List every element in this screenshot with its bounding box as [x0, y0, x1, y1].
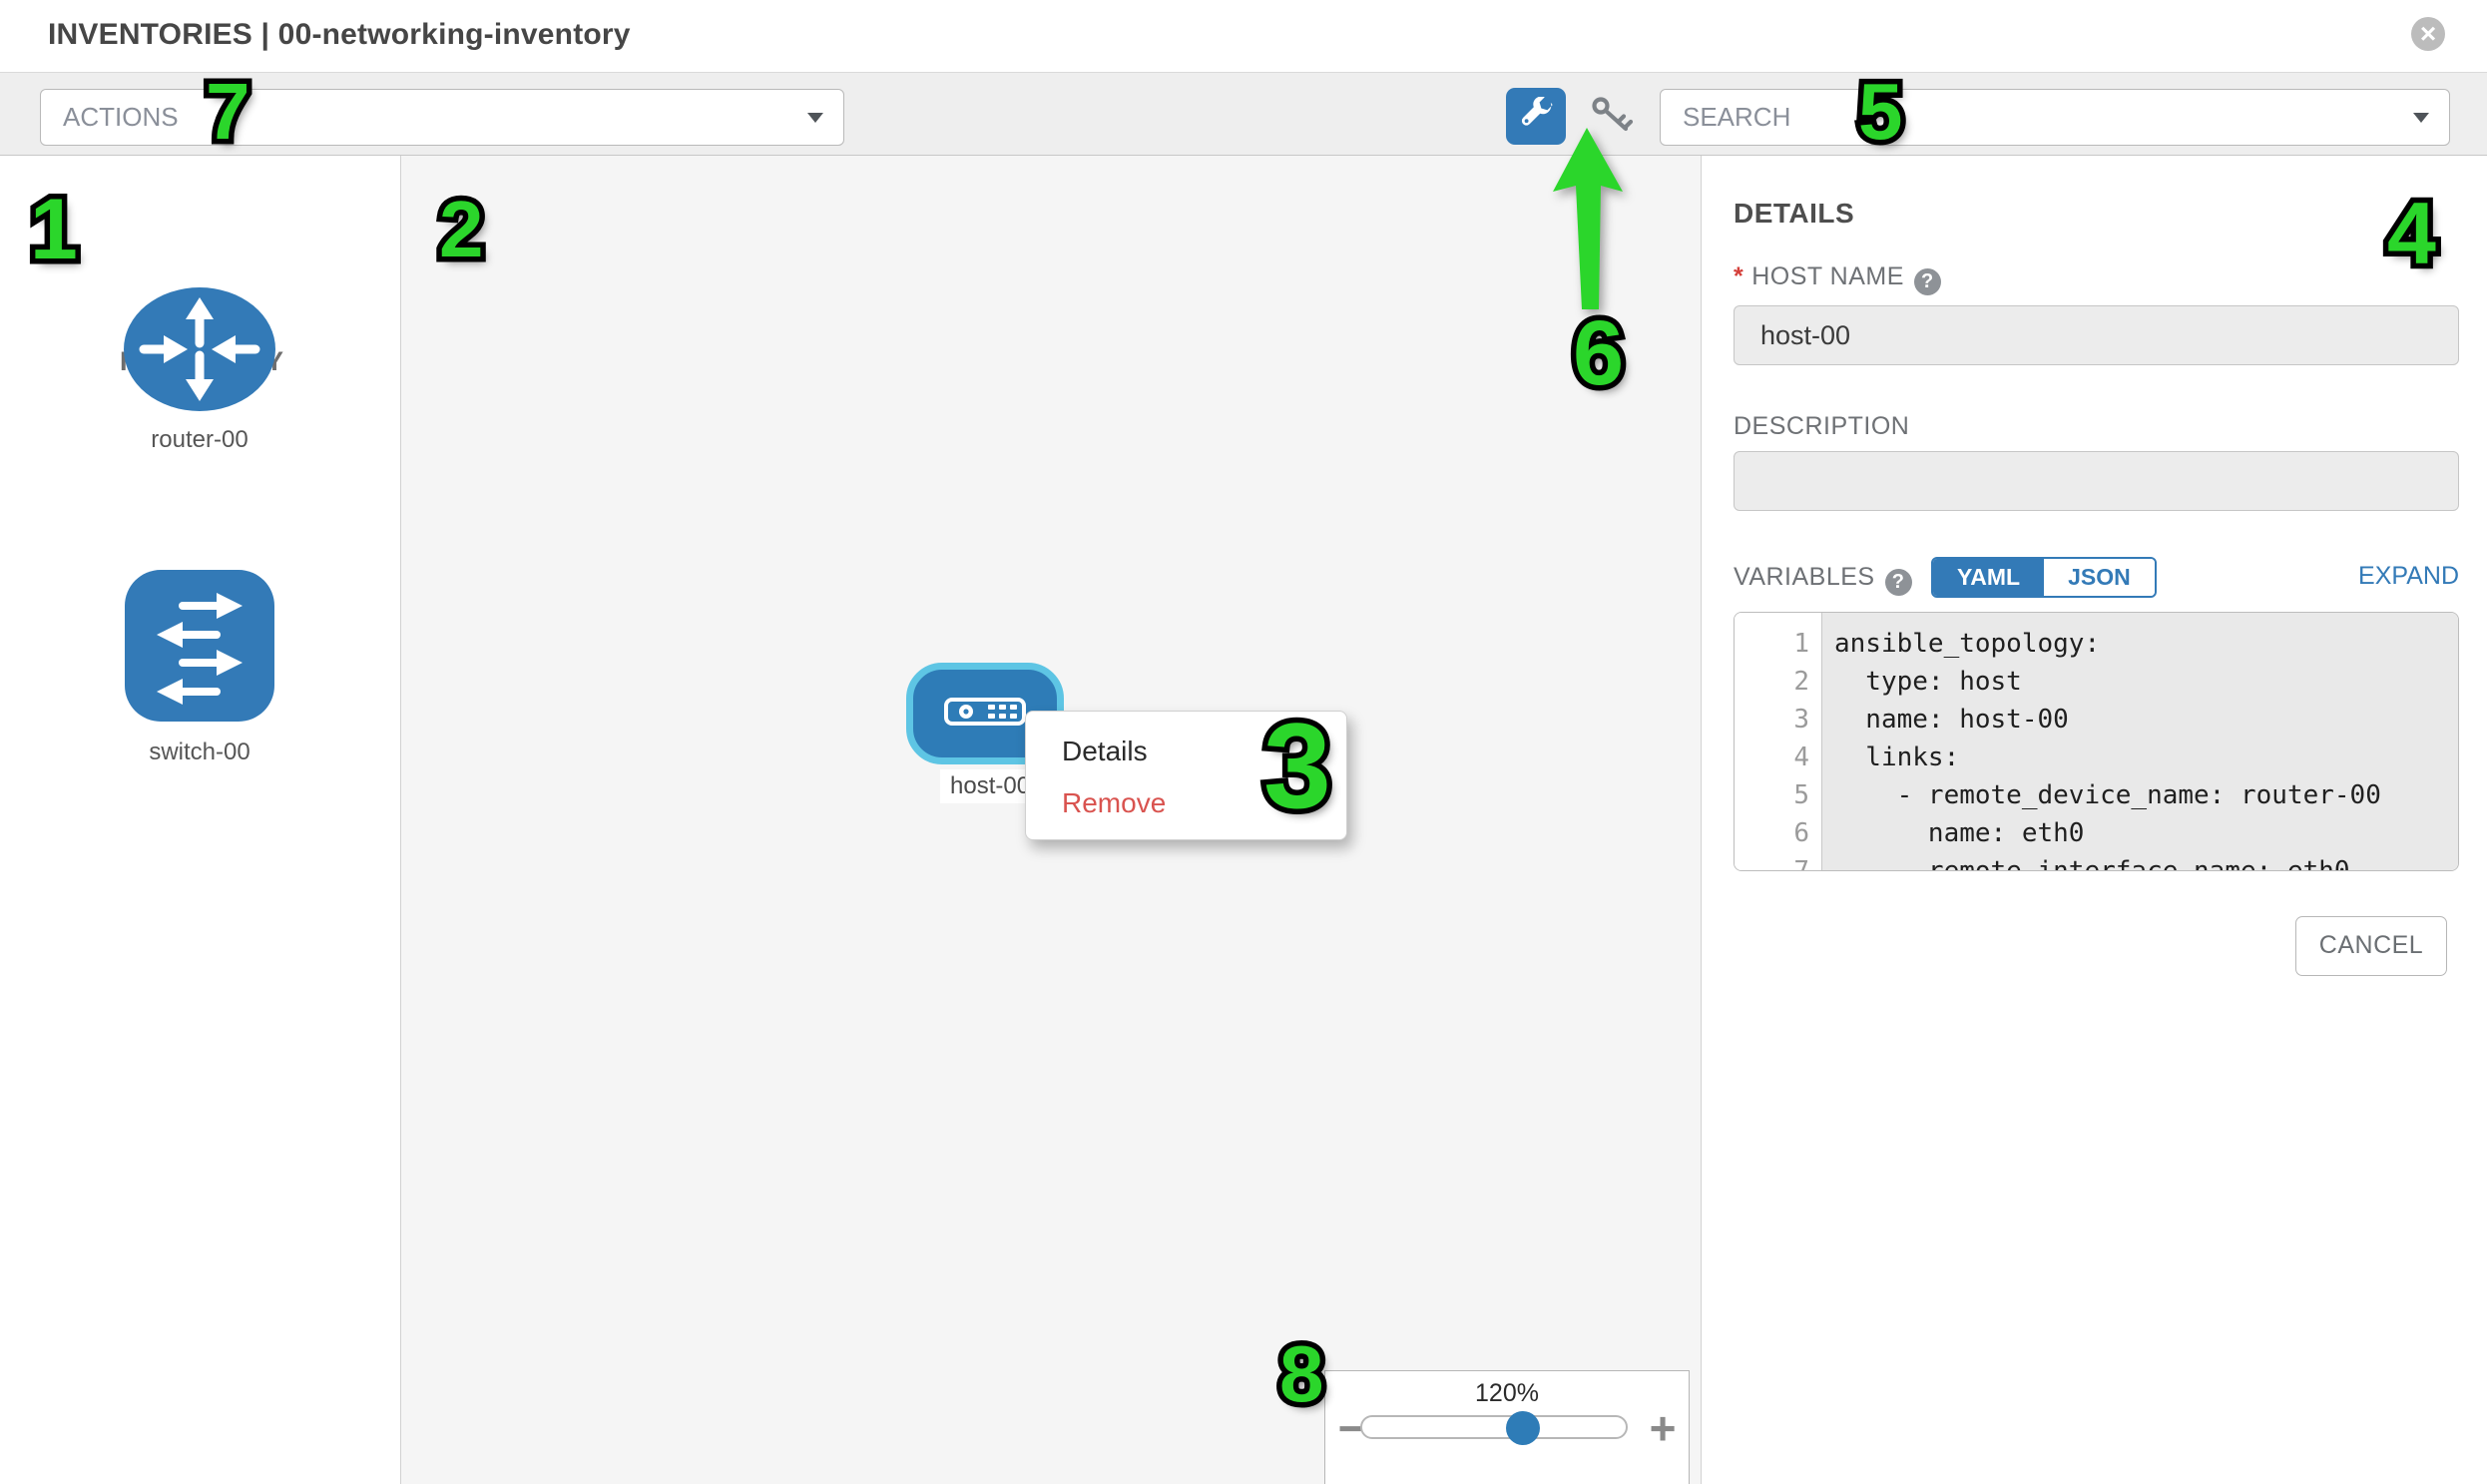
host-server-icon [944, 698, 1026, 731]
zoom-in-button[interactable]: + [1643, 1401, 1683, 1455]
credentials-key-button[interactable] [1589, 95, 1637, 137]
host-name-input[interactable] [1734, 305, 2459, 365]
code-line: 5 - remote_device_name: router-00 [1735, 776, 2458, 814]
node-context-menu: Details Remove [1025, 711, 1347, 840]
code-line: 2 type: host [1735, 663, 2458, 701]
tab-json[interactable]: JSON [2044, 559, 2155, 596]
variables-field-label: VARIABLES? [1734, 563, 1912, 596]
description-field-label: DESCRIPTION [1734, 412, 1909, 441]
zoom-slider-thumb[interactable] [1506, 1411, 1540, 1445]
expand-link[interactable]: EXPAND [2259, 562, 2459, 591]
search-dropdown[interactable]: SEARCH [1660, 89, 2450, 146]
context-menu-item-remove[interactable]: Remove [1026, 777, 1346, 829]
description-input[interactable] [1734, 451, 2459, 511]
palette-item-switch[interactable]: switch-00 [125, 570, 274, 766]
details-panel-title: DETAILS [1734, 198, 1854, 230]
variables-code-editor[interactable]: 1 ansible_topology: 2 type: host 3 name:… [1734, 612, 2459, 871]
code-line: 6 name: eth0 [1735, 814, 2458, 852]
cancel-button[interactable]: CANCEL [2295, 916, 2447, 976]
host-name-field-label: *HOST NAME? [1734, 262, 1941, 295]
inventory-topology-window: INVENTORIES | 00-networking-inventory × … [0, 0, 2487, 1484]
zoom-level-readout: 120% [1325, 1379, 1689, 1408]
actions-dropdown[interactable]: ACTIONS [40, 89, 844, 146]
window-header: INVENTORIES | 00-networking-inventory × [0, 0, 2487, 72]
chevron-down-icon [2413, 113, 2429, 123]
switch-label: switch-00 [125, 739, 274, 766]
context-menu-item-details[interactable]: Details [1026, 726, 1346, 777]
zoom-control-panel: 120% − + [1324, 1370, 1690, 1484]
code-line: 7 remote_interface_name: eth0 [1735, 852, 2458, 871]
help-icon[interactable]: ? [1914, 268, 1941, 295]
chevron-down-icon [807, 113, 823, 123]
actions-dropdown-label: ACTIONS [63, 102, 179, 133]
help-icon[interactable]: ? [1885, 569, 1912, 596]
code-line: 1 ansible_topology: [1735, 625, 2458, 663]
close-icon[interactable]: × [2411, 17, 2445, 51]
zoom-slider-track[interactable] [1360, 1415, 1628, 1439]
key-icon [1590, 95, 1636, 138]
search-dropdown-label: SEARCH [1683, 102, 1790, 133]
router-icon [122, 400, 277, 417]
router-label: router-00 [122, 426, 277, 454]
tab-yaml[interactable]: YAML [1933, 559, 2044, 596]
wrench-icon [1519, 97, 1553, 136]
code-line: 3 name: host-00 [1735, 701, 2458, 739]
configure-tools-button[interactable] [1506, 88, 1566, 145]
required-asterisk: * [1734, 262, 1743, 290]
switch-icon [125, 713, 274, 730]
code-line: 4 links: [1735, 739, 2458, 776]
variables-format-toggle: YAML JSON [1931, 557, 2157, 598]
toolbar: ACTIONS [0, 72, 2487, 156]
page-title: INVENTORIES | 00-networking-inventory [48, 18, 631, 52]
palette-item-router[interactable]: router-00 [122, 285, 277, 454]
